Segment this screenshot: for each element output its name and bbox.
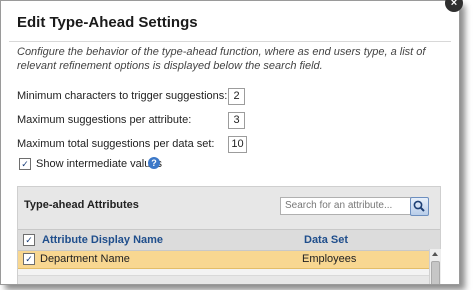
max-per-attribute-input[interactable]: 3 [228,112,245,129]
search-button[interactable] [410,197,429,216]
title-divider [9,41,451,42]
type-ahead-attributes-panel: Type-ahead Attributes ✓ Attribute Displa… [17,186,441,284]
panel-title: Type-ahead Attributes [24,199,139,211]
dialog-titlebar: Edit Type-Ahead Settings [1,1,459,39]
attributes-table-header: ✓ Attribute Display Name Data Set [18,229,440,251]
row-checkbox[interactable]: ✓ [23,253,35,265]
table-scrollbar[interactable] [429,249,441,284]
help-icon[interactable]: ? [148,157,160,169]
row-data-set: Employees [302,253,357,265]
column-header-attribute-name[interactable]: Attribute Display Name [42,234,163,246]
show-intermediate-label: Show intermediate values [36,158,162,170]
dialog-description: Configure the behavior of the type-ahead… [17,46,426,72]
type-ahead-settings-dialog: Edit Type-Ahead Settings Configure the b… [0,0,460,285]
scrollbar-thumb[interactable] [431,261,440,284]
table-row[interactable] [18,269,429,276]
show-intermediate-checkbox[interactable]: ✓ [19,158,31,170]
max-total-label: Maximum total suggestions per data set: [17,138,215,150]
row-attribute-name: Department Name [40,253,130,265]
max-per-attribute-label: Maximum suggestions per attribute: [17,114,192,126]
dialog-title: Edit Type-Ahead Settings [17,14,198,31]
select-all-checkbox[interactable]: ✓ [23,234,35,246]
min-chars-label: Minimum characters to trigger suggestion… [17,90,228,102]
attribute-search-input[interactable] [280,197,416,215]
min-chars-input[interactable]: 2 [228,88,245,105]
table-row[interactable]: ✓ Department Name Employees [18,251,429,269]
close-button[interactable]: × [445,0,463,12]
max-total-input[interactable]: 10 [228,136,247,153]
scroll-up-arrow-icon[interactable] [432,252,438,256]
search-icon [413,200,425,212]
column-header-data-set[interactable]: Data Set [304,234,348,246]
